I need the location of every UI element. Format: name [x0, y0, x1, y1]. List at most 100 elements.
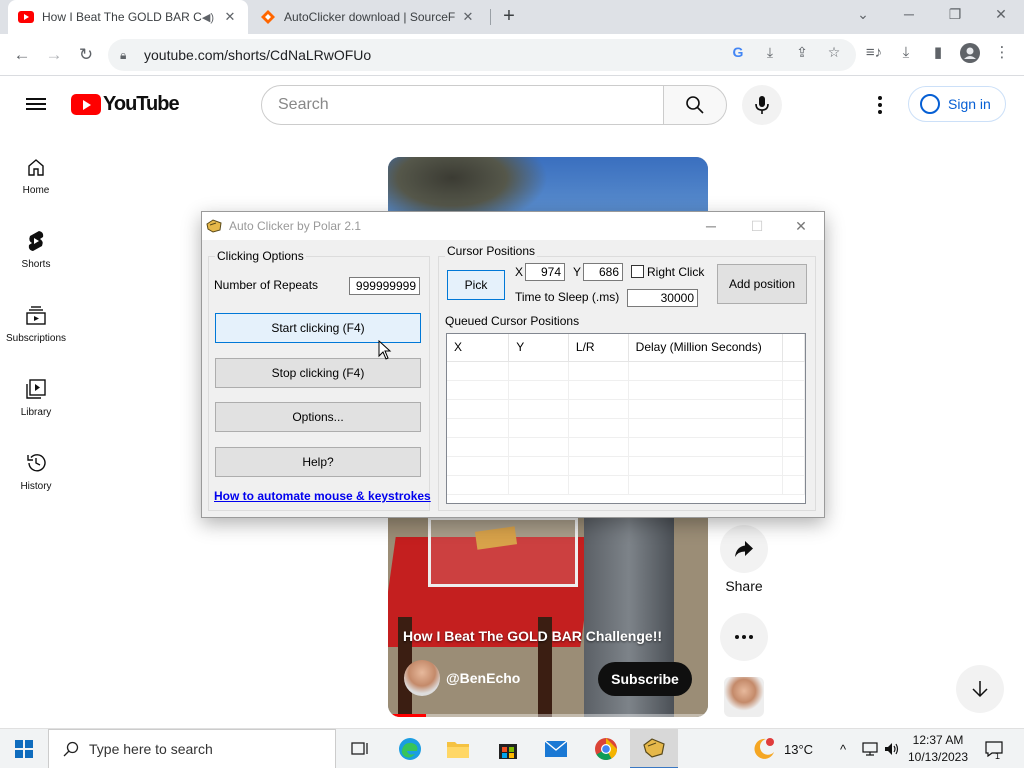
grid-empty-row — [447, 475, 805, 495]
taskbar-chrome[interactable] — [582, 729, 630, 768]
settings-dots-icon[interactable] — [870, 94, 890, 116]
right-click-checkbox[interactable] — [631, 265, 644, 278]
show-hidden-icons[interactable]: ^ — [840, 729, 846, 768]
home-icon — [24, 155, 48, 179]
add-position-button[interactable]: Add position — [717, 264, 807, 304]
search-input[interactable]: Search — [261, 85, 664, 125]
grid-header-y[interactable]: Y — [508, 334, 569, 362]
network-icon[interactable] — [862, 729, 878, 768]
mouse-cursor-icon — [378, 340, 392, 360]
back-icon[interactable]: ← — [10, 43, 34, 67]
voice-search-button[interactable] — [742, 85, 782, 125]
tab-youtube[interactable]: How I Beat The GOLD BAR C ◀) ✕ — [8, 0, 248, 34]
channel-avatar[interactable] — [404, 660, 440, 696]
queued-positions-grid[interactable]: X Y L/R Delay (Million Seconds) — [446, 333, 806, 504]
repeats-input[interactable]: 999999999 — [349, 277, 420, 295]
autoclicker-hand-icon — [206, 219, 222, 233]
subscribe-button[interactable]: Subscribe — [598, 662, 692, 696]
tab-close-icon[interactable]: ✕ — [460, 9, 476, 25]
browser-tab-strip: How I Beat The GOLD BAR C ◀) ✕ AutoClick… — [0, 0, 1024, 34]
lock-icon[interactable]: 🔒︎ — [120, 48, 134, 63]
downloads-icon[interactable]: ⤓ — [896, 43, 916, 63]
short-title[interactable]: How I Beat The GOLD BAR Challenge!! — [403, 628, 662, 644]
dialog-close-icon[interactable]: ✕ — [778, 212, 824, 240]
close-window-icon[interactable]: ✕ — [978, 0, 1024, 30]
taskbar-store[interactable] — [484, 729, 532, 768]
url-text: youtube.com/shorts/CdNaLRwOFUo — [144, 47, 372, 63]
bookmark-star-icon[interactable]: ☆ — [824, 42, 844, 62]
tab-title: AutoClicker download | SourceF — [284, 10, 456, 24]
x-label: X — [515, 265, 524, 279]
youtube-play-icon — [71, 94, 101, 115]
dialog-minimize-icon[interactable]: ─ — [688, 212, 734, 240]
guide-menu-icon[interactable] — [24, 95, 48, 115]
taskbar-mail[interactable] — [532, 729, 580, 768]
right-click-label: Right Click — [647, 265, 705, 279]
share-page-icon[interactable]: ⇪ — [792, 42, 812, 62]
taskbar-clock[interactable]: 12:37 AM 10/13/2023 — [904, 732, 972, 766]
autoclicker-title-bar[interactable]: Auto Clicker by Polar 2.1 ─ ☐ ✕ — [202, 212, 824, 240]
options-button[interactable]: Options... — [215, 402, 421, 432]
search-icon — [63, 741, 79, 757]
next-video-button[interactable] — [956, 665, 1004, 713]
guide-item-subscriptions[interactable]: Subscriptions — [0, 303, 72, 363]
grid-header-lr[interactable]: L/R — [568, 334, 629, 362]
task-view-button[interactable] — [336, 729, 384, 768]
grid-header-delay[interactable]: Delay (Million Seconds) — [628, 334, 784, 362]
start-button[interactable] — [0, 729, 48, 768]
guide-item-history[interactable]: History — [0, 451, 72, 511]
share-button[interactable] — [720, 525, 768, 573]
tab-audio-icon[interactable]: ◀) — [202, 11, 214, 24]
guide-item-shorts[interactable]: Shorts — [0, 229, 72, 289]
weather-widget[interactable]: 13°C — [752, 729, 813, 768]
sound-thumbnail[interactable] — [724, 677, 764, 717]
stop-clicking-button[interactable]: Stop clicking (F4) — [215, 358, 421, 388]
taskbar-file-explorer[interactable] — [434, 729, 482, 768]
grid-empty-row — [447, 361, 805, 381]
video-progress-bar[interactable] — [388, 714, 708, 717]
chrome-menu-icon[interactable]: ⋮ — [992, 43, 1012, 63]
taskbar-autoclicker[interactable] — [630, 729, 678, 768]
dialog-maximize-icon[interactable]: ☐ — [734, 212, 780, 240]
guide-item-library[interactable]: Library — [0, 377, 72, 437]
weather-temp: 13°C — [784, 741, 814, 757]
media-control-icon[interactable]: ≡♪ — [864, 43, 884, 63]
grid-header-filler — [782, 334, 805, 362]
forward-icon[interactable]: → — [42, 43, 66, 67]
side-panel-icon[interactable]: ▮ — [928, 43, 948, 63]
sleep-input[interactable]: 30000 — [627, 289, 698, 307]
tab-sourceforge[interactable]: AutoClicker download | SourceF ✕ — [250, 0, 486, 34]
y-input[interactable]: 686 — [583, 263, 623, 281]
taskbar-search-box[interactable]: Type here to search — [48, 729, 336, 768]
search-button[interactable] — [663, 85, 727, 125]
channel-handle[interactable]: @BenEcho — [446, 670, 520, 686]
tab-close-icon[interactable]: ✕ — [222, 9, 238, 25]
help-button[interactable]: Help? — [215, 447, 421, 477]
new-tab-icon[interactable]: + — [498, 6, 520, 28]
guide-item-home[interactable]: Home — [0, 155, 72, 215]
clock-date: 10/13/2023 — [907, 750, 969, 764]
install-app-icon[interactable]: ⤓ — [760, 42, 780, 62]
notifications-button[interactable]: 1 — [982, 729, 1006, 768]
profile-icon[interactable] — [960, 43, 980, 63]
automate-help-link[interactable]: How to automate mouse & keystrokes — [214, 489, 431, 503]
guide-label: Shorts — [21, 259, 51, 270]
youtube-logo[interactable]: YouTube — [71, 93, 180, 116]
pick-button[interactable]: Pick — [447, 270, 505, 300]
grid-header-x[interactable]: X — [447, 334, 510, 362]
tab-search-chevron-icon[interactable]: ⌄ — [840, 0, 886, 30]
volume-icon[interactable] — [884, 729, 900, 768]
more-actions-button[interactable] — [720, 613, 768, 661]
google-translate-icon[interactable]: G — [728, 42, 748, 62]
reload-icon[interactable]: ↻ — [74, 43, 98, 67]
notification-icon — [985, 741, 1003, 757]
sign-in-button[interactable]: Sign in — [908, 86, 1006, 122]
start-clicking-button[interactable]: Start clicking (F4) — [215, 313, 421, 343]
clicking-options-title: Clicking Options — [215, 249, 306, 263]
store-icon — [499, 744, 517, 759]
x-input[interactable]: 974 — [525, 263, 565, 281]
taskbar-edge[interactable] — [386, 729, 434, 768]
minimize-icon[interactable]: ─ — [886, 0, 932, 30]
history-icon — [24, 451, 48, 475]
restore-icon[interactable]: ❐ — [932, 0, 978, 30]
